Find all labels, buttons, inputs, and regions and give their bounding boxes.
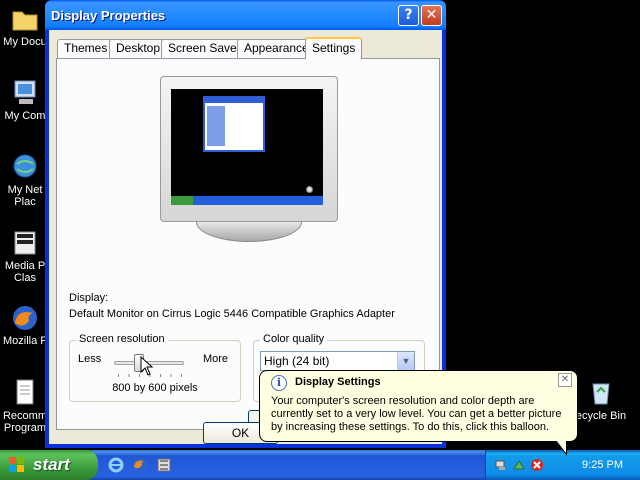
help-button[interactable]: ? xyxy=(398,5,419,26)
window-title: Display Properties xyxy=(51,8,166,23)
firefox-quicklaunch-icon[interactable] xyxy=(132,457,148,473)
chevron-down-icon[interactable]: ▼ xyxy=(397,352,414,370)
monitor-screen xyxy=(171,89,323,205)
monitor-stand xyxy=(196,222,302,242)
computer-icon xyxy=(14,80,36,104)
balloon-close-button[interactable]: ✕ xyxy=(558,373,572,387)
tray-network-icon[interactable] xyxy=(494,458,508,472)
preview-window xyxy=(203,96,265,152)
display-settings-balloon[interactable]: i Display Settings ✕ Your computer's scr… xyxy=(259,370,578,442)
info-icon: i xyxy=(271,375,287,391)
media-quicklaunch-icon[interactable] xyxy=(156,457,172,473)
firefox-icon xyxy=(13,306,37,330)
monitor-power-led xyxy=(306,186,313,193)
close-button[interactable]: ✕ xyxy=(421,5,442,26)
balloon-tail-fill xyxy=(556,440,566,453)
color-quality-selected: High (24 bit) xyxy=(264,354,330,368)
tray-security-alert-icon[interactable] xyxy=(530,458,544,472)
tab-desktop[interactable]: Desktop xyxy=(109,39,168,58)
document-icon xyxy=(16,379,34,405)
tab-settings[interactable]: Settings xyxy=(305,37,363,59)
color-quality-select[interactable]: High (24 bit) ▼ xyxy=(260,351,415,371)
display-label: Display: xyxy=(69,292,109,304)
monitor-bezel xyxy=(160,76,338,222)
balloon-title: Display Settings xyxy=(295,376,381,388)
internet-explorer-icon[interactable] xyxy=(108,457,124,473)
slider-more-label: More xyxy=(202,353,228,365)
tab-appearance[interactable]: Appearance xyxy=(237,39,316,58)
tab-themes[interactable]: Themes xyxy=(57,39,115,58)
start-button[interactable]: start xyxy=(0,450,98,480)
tray-safely-remove-icon[interactable] xyxy=(512,458,526,472)
screen-resolution-legend: Screen resolution xyxy=(76,333,168,345)
network-icon xyxy=(13,154,37,178)
monitor-preview xyxy=(160,76,338,242)
slider-less-label: Less xyxy=(78,353,102,365)
clock[interactable]: 9:25 PM xyxy=(582,459,623,471)
preview-taskbar xyxy=(171,196,323,205)
display-adapter-value: Default Monitor on Cirrus Logic 5446 Com… xyxy=(69,308,395,320)
color-quality-legend: Color quality xyxy=(260,333,328,345)
title-bar[interactable]: Display Properties ? ✕ xyxy=(45,0,446,30)
screen-resolution-group: Screen resolution Less More 800 by 600 p… xyxy=(69,333,241,402)
windows-flag-icon xyxy=(9,457,24,472)
tab-screen-saver[interactable]: Screen Saver xyxy=(161,39,248,58)
resolution-value: 800 by 600 pixels xyxy=(112,382,198,394)
start-label: start xyxy=(33,455,70,474)
taskbar: start 9:25 PM xyxy=(0,450,640,480)
recycle-bin-icon xyxy=(592,383,610,405)
mouse-cursor-icon xyxy=(140,356,154,376)
folder-icon xyxy=(12,11,38,31)
media-player-icon xyxy=(14,231,36,255)
preview-start xyxy=(171,196,193,205)
balloon-text: Your computer's screen resolution and co… xyxy=(271,395,562,433)
